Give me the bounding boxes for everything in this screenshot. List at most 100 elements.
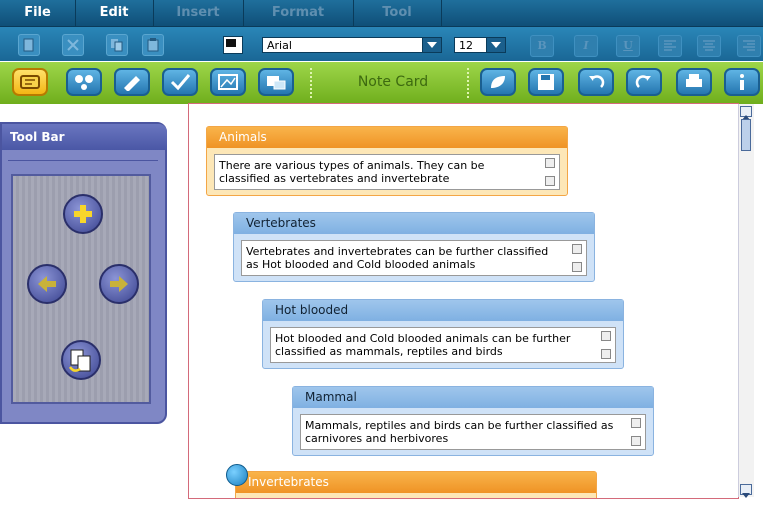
redo-button[interactable] bbox=[626, 68, 662, 96]
duplicate-icon bbox=[68, 349, 91, 372]
menu-file[interactable]: File bbox=[0, 0, 76, 26]
align-right-button[interactable] bbox=[737, 35, 761, 57]
scroll-up-icon[interactable] bbox=[601, 331, 611, 341]
draw-button[interactable] bbox=[114, 68, 150, 96]
align-center-button[interactable] bbox=[697, 35, 721, 57]
align-center-icon bbox=[703, 40, 715, 51]
note-card[interactable]: Hot blooded Hot blooded and Cold blooded… bbox=[262, 299, 624, 369]
font-dropdown-icon[interactable] bbox=[422, 38, 441, 52]
card-title[interactable]: Invertebrates bbox=[236, 472, 596, 493]
panel-divider bbox=[8, 160, 158, 161]
print-layout-button[interactable] bbox=[258, 68, 294, 96]
menu-bar: File Edit Insert Format Tool bbox=[0, 0, 763, 27]
info-icon bbox=[740, 74, 744, 90]
redo-icon bbox=[635, 75, 651, 88]
scroll-down-icon[interactable] bbox=[572, 262, 582, 272]
add-card-button[interactable] bbox=[63, 194, 103, 234]
copy-button[interactable] bbox=[106, 34, 128, 56]
note-card-view-button[interactable] bbox=[12, 68, 48, 96]
undo-icon bbox=[589, 75, 605, 88]
font-size-value: 12 bbox=[459, 39, 473, 52]
undo-button[interactable] bbox=[578, 68, 614, 96]
concept-map-button[interactable] bbox=[66, 68, 102, 96]
font-select-value: Arial bbox=[267, 39, 292, 52]
card-title[interactable]: Hot blooded bbox=[263, 300, 623, 321]
card-text-content: There are various types of animals. They… bbox=[219, 159, 485, 185]
scroll-down-icon[interactable] bbox=[601, 349, 611, 359]
menu-insert[interactable]: Insert bbox=[153, 0, 244, 26]
menu-tool[interactable]: Tool bbox=[353, 0, 442, 26]
arrow-right-icon bbox=[110, 276, 128, 292]
image-button[interactable] bbox=[210, 68, 246, 96]
scroll-up-button[interactable] bbox=[740, 106, 752, 120]
scroll-down-icon[interactable] bbox=[545, 176, 555, 186]
align-left-icon bbox=[664, 40, 676, 51]
paste-button[interactable] bbox=[142, 34, 164, 56]
card-text[interactable]: Mammals, reptiles and birds can be furth… bbox=[300, 414, 646, 450]
plus-icon bbox=[74, 205, 92, 223]
font-size-dropdown-icon[interactable] bbox=[486, 38, 505, 52]
cut-button[interactable] bbox=[62, 34, 84, 56]
leaf-icon bbox=[491, 76, 505, 88]
card-selection-handle[interactable] bbox=[226, 464, 248, 486]
align-left-button[interactable] bbox=[658, 35, 682, 57]
new-doc-button[interactable] bbox=[18, 34, 40, 56]
toolbar-title: Note Card bbox=[357, 74, 429, 90]
card-text[interactable]: Vertebrates and invertebrates can be fur… bbox=[241, 240, 587, 276]
save-button[interactable] bbox=[528, 68, 564, 96]
card-scrollbar[interactable] bbox=[545, 158, 555, 186]
canvas-scrollbar[interactable] bbox=[738, 104, 754, 498]
check-button[interactable] bbox=[162, 68, 198, 96]
card-title[interactable]: Animals bbox=[207, 127, 567, 148]
note-card[interactable]: Vertebrates Vertebrates and invertebrate… bbox=[233, 212, 595, 282]
text-color-button[interactable] bbox=[223, 36, 243, 54]
duplicate-card-button[interactable] bbox=[61, 340, 101, 380]
align-right-icon bbox=[743, 40, 755, 51]
scroll-thumb[interactable] bbox=[741, 119, 751, 151]
note-card-icon bbox=[20, 75, 40, 89]
card-scrollbar[interactable] bbox=[601, 331, 611, 359]
tool-bar-controls bbox=[11, 174, 151, 404]
card-title[interactable]: Mammal bbox=[293, 387, 653, 408]
card-text-content: Hot blooded and Cold blooded animals can… bbox=[275, 332, 571, 358]
scroll-down-button[interactable] bbox=[740, 484, 752, 498]
copy-icon bbox=[111, 39, 123, 52]
save-icon bbox=[538, 74, 554, 90]
print-button[interactable] bbox=[676, 68, 712, 96]
scroll-up-icon[interactable] bbox=[631, 418, 641, 428]
card-text[interactable]: Hot blooded and Cold blooded animals can… bbox=[270, 327, 616, 363]
paste-icon bbox=[147, 38, 159, 52]
printer-icon bbox=[686, 74, 702, 87]
note-card[interactable]: Mammal Mammals, reptiles and birds can b… bbox=[292, 386, 654, 456]
info-button[interactable] bbox=[724, 68, 760, 96]
scroll-up-icon[interactable] bbox=[545, 158, 555, 168]
card-text[interactable]: There are various types of animals. They… bbox=[214, 154, 560, 190]
card-scrollbar[interactable] bbox=[631, 418, 641, 446]
font-select[interactable]: Arial bbox=[262, 37, 442, 53]
scroll-up-icon[interactable] bbox=[572, 244, 582, 254]
note-card[interactable]: Invertebrates bbox=[235, 471, 597, 498]
toolbar-separator bbox=[310, 68, 314, 98]
image-icon bbox=[218, 74, 238, 90]
card-scrollbar[interactable] bbox=[572, 244, 582, 272]
menu-format[interactable]: Format bbox=[243, 0, 354, 26]
format-toolbar: Arial 12 B I U bbox=[0, 27, 763, 61]
move-left-button[interactable] bbox=[27, 264, 67, 304]
font-size-select[interactable]: 12 bbox=[454, 37, 506, 53]
note-card[interactable]: Animals There are various types of anima… bbox=[206, 126, 568, 196]
tool-bar-panel: Tool Bar bbox=[0, 122, 167, 424]
move-right-button[interactable] bbox=[99, 264, 139, 304]
printer-layout-icon bbox=[267, 76, 286, 90]
scroll-down-icon[interactable] bbox=[631, 436, 641, 446]
underline-button[interactable]: U bbox=[616, 35, 640, 57]
color-swatch-icon bbox=[226, 39, 236, 47]
concept-map-icon bbox=[75, 75, 93, 90]
open-button[interactable] bbox=[480, 68, 516, 96]
card-title[interactable]: Vertebrates bbox=[234, 213, 594, 234]
tool-bar-title: Tool Bar bbox=[2, 124, 167, 150]
bold-button[interactable]: B bbox=[530, 35, 554, 57]
italic-button[interactable]: I bbox=[574, 35, 598, 57]
note-card-canvas[interactable]: Animals There are various types of anima… bbox=[188, 103, 739, 499]
checkmark-icon bbox=[170, 74, 191, 91]
menu-edit[interactable]: Edit bbox=[75, 0, 154, 26]
